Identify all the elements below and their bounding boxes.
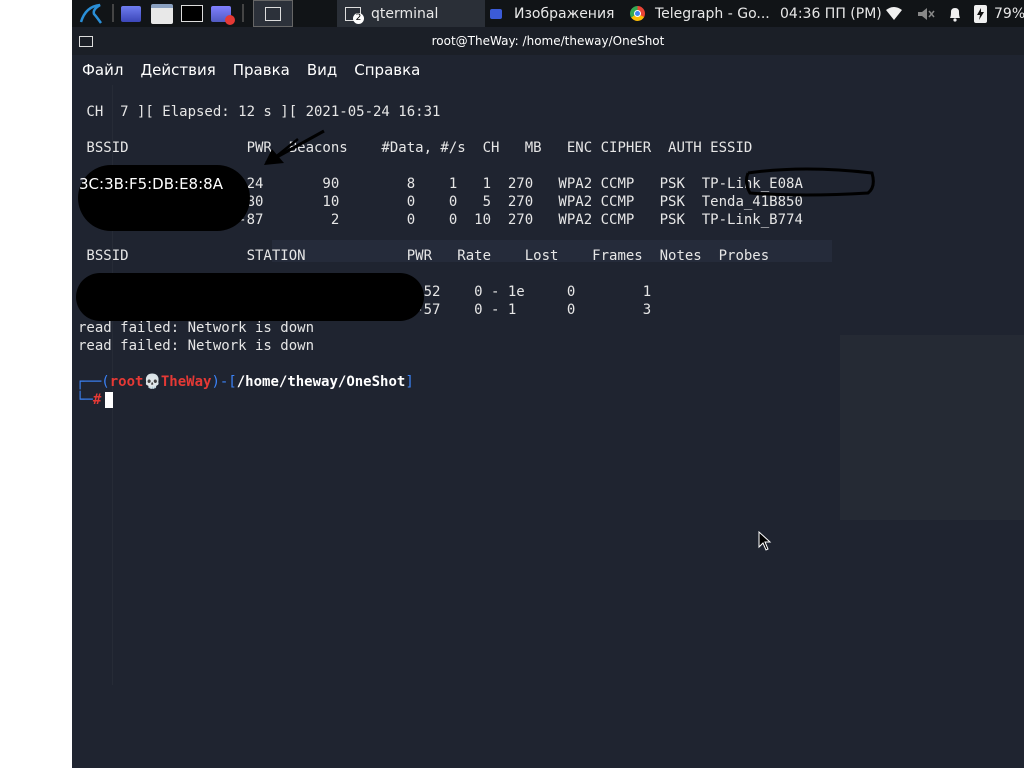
folder-icon — [151, 3, 173, 24]
workspace-button[interactable] — [253, 0, 293, 27]
task-qterminal[interactable]: 2 qterminal — [337, 0, 485, 27]
prompt-symbol: # — [92, 392, 102, 408]
image-viewer-icon — [490, 8, 502, 19]
menu-actions[interactable]: Действия — [133, 61, 222, 79]
prompt-user: root — [109, 374, 144, 390]
desktop-margin — [0, 0, 72, 768]
menu-edit[interactable]: Правка — [226, 61, 297, 79]
menu-view[interactable]: Вид — [300, 61, 344, 79]
error-line: read failed: Network is down — [78, 320, 315, 336]
terminal-window-icon — [265, 6, 281, 21]
chrome-icon — [630, 6, 645, 21]
status-line: CH 7 ][ Elapsed: 12 s ][ 2021-05-24 16:3… — [78, 104, 441, 120]
window-titlebar[interactable]: root@TheWay: /home/theway/OneShot — [72, 27, 1024, 55]
battery-charging-icon[interactable] — [974, 0, 990, 27]
ap-table-header: BSSID PWR Beacons #Data, #/s CH MB ENC C… — [78, 140, 753, 156]
terminal-launcher-button[interactable] — [181, 0, 205, 27]
terminal-window: root@TheWay: /home/theway/OneShot Файл Д… — [72, 27, 1024, 768]
bssid-annotation: 3C:3B:F5:DB:E8:8A — [79, 175, 223, 193]
file-manager-button[interactable] — [151, 0, 175, 27]
window-title: root@TheWay: /home/theway/OneShot — [431, 34, 665, 48]
shell-prompt-line-2[interactable]: └─# — [76, 391, 114, 409]
redaction-mark — [76, 273, 424, 321]
screen-recorder-button[interactable] — [211, 0, 237, 27]
task-images[interactable]: Изображения — [487, 0, 627, 27]
arrow-annotation-icon — [264, 129, 325, 165]
window-menu-icon[interactable] — [79, 36, 93, 47]
prompt-host: TheWay — [160, 374, 212, 390]
task-chrome[interactable]: Telegraph - Go... — [630, 0, 775, 27]
volume-muted-icon[interactable] — [917, 0, 935, 27]
kali-menu-button[interactable] — [78, 0, 108, 27]
station-table-header: BSSID STATION PWR Rate Lost Frames Notes… — [78, 248, 770, 264]
desktop-icon — [121, 5, 141, 22]
notifications-bell-icon[interactable] — [947, 0, 963, 27]
wifi-icon[interactable] — [886, 0, 902, 27]
qterminal-icon: 2 — [345, 6, 364, 24]
show-desktop-button[interactable] — [121, 0, 143, 27]
taskbar-divider — [242, 4, 244, 22]
recorder-icon — [211, 5, 235, 25]
menubar: Файл Действия Правка Вид Справка — [72, 55, 1024, 85]
task-label: Telegraph - Go... — [655, 5, 770, 22]
taskbar: 2 qterminal Изображения Telegraph - Go..… — [72, 0, 1024, 27]
clock[interactable]: 04:36 ПП (PM) — [780, 0, 882, 27]
terminal-area[interactable]: CH 7 ][ Elapsed: 12 s ][ 2021-05-24 16:3… — [72, 85, 1024, 768]
task-label: Изображения — [514, 5, 615, 22]
circle-annotation-icon — [744, 167, 875, 197]
taskbar-divider — [112, 4, 114, 22]
menu-help[interactable]: Справка — [347, 61, 427, 79]
background-window-ghost — [840, 335, 1024, 520]
error-line: read failed: Network is down — [78, 338, 315, 354]
skull-icon: 💀 — [143, 374, 161, 390]
prompt-path: /home/theway/OneShot — [236, 374, 406, 390]
shell-prompt-line-1: ┌──(root💀TheWay)-[/home/theway/OneShot] — [76, 374, 414, 390]
terminal-icon — [181, 5, 203, 22]
text-cursor — [105, 392, 114, 408]
mouse-pointer-icon — [758, 531, 772, 551]
window-count-badge: 2 — [353, 12, 364, 24]
task-label: qterminal — [371, 5, 439, 22]
kali-dragon-icon — [79, 3, 103, 24]
menu-file[interactable]: Файл — [75, 61, 130, 79]
battery-percent: 79% — [994, 5, 1024, 22]
